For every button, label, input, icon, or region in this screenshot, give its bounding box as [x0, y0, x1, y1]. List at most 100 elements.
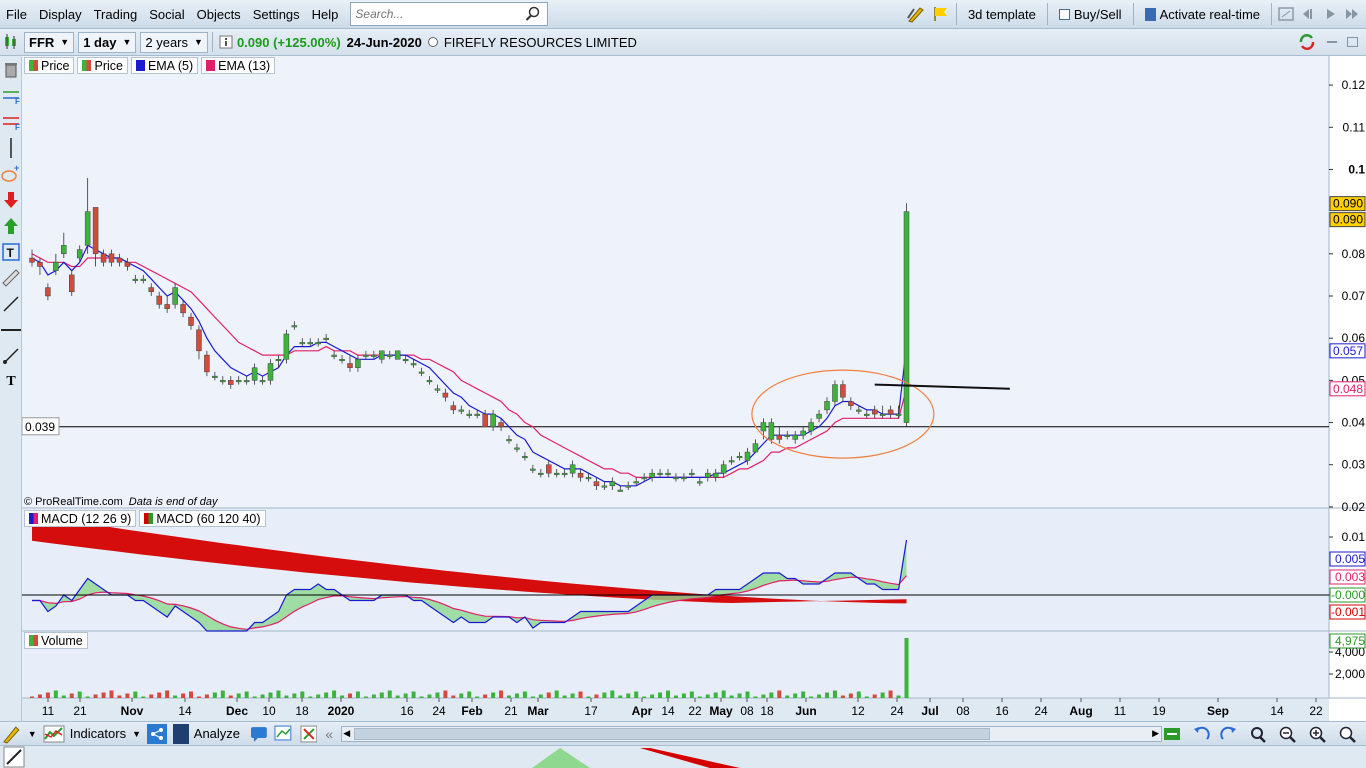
comment-icon[interactable] [250, 725, 268, 743]
volume-bar [745, 691, 750, 698]
candle-body [108, 253, 115, 263]
sync-icon[interactable] [1162, 725, 1182, 743]
search-input[interactable] [355, 7, 526, 21]
menu-trading[interactable]: Trading [88, 0, 144, 29]
scroll-thumb[interactable] [354, 727, 991, 740]
pen-icon[interactable] [906, 5, 926, 23]
trash-icon[interactable] [0, 57, 22, 83]
chart-area[interactable]: 0.12 0.11 0.1 0.08 0.07 0.06 0.05 0.04 0.03 0.02 0… [21, 56, 1366, 721]
ticker-select[interactable]: FFR ▼ [24, 31, 75, 53]
volume-bar [77, 691, 82, 698]
horizontal-line-icon[interactable] [0, 317, 22, 343]
rewind-icon[interactable] [1300, 6, 1316, 22]
chevron-down-icon[interactable]: ▼ [28, 729, 37, 739]
volume-bar [443, 690, 448, 698]
interval-select[interactable]: 1 day ▼ [78, 31, 137, 53]
x-tick-label: 2020 [328, 704, 355, 718]
fib-fan-icon[interactable]: F [0, 83, 22, 109]
zoom-out-icon[interactable] [1278, 725, 1298, 743]
legend-label: Price [94, 58, 123, 73]
arrow-down-icon[interactable] [0, 187, 22, 213]
text-icon[interactable]: T [0, 369, 22, 395]
trendline-icon[interactable] [0, 291, 22, 317]
layout-icon[interactable] [1278, 6, 1294, 22]
chart-settings-icon[interactable] [274, 725, 294, 743]
volume-bar [93, 694, 98, 698]
minimize-icon[interactable] [1327, 41, 1337, 43]
search-icon[interactable] [525, 6, 541, 22]
tools-icon[interactable] [300, 725, 318, 743]
arrow-up-icon[interactable] [0, 213, 22, 239]
price-tag: 0.090 [1333, 213, 1363, 227]
zoom-reset-icon[interactable] [1338, 725, 1358, 743]
x-tick-label: 11 [1114, 704, 1127, 718]
fast-forward-icon[interactable] [1344, 6, 1360, 22]
undo-icon[interactable] [1192, 725, 1210, 743]
legend-macd-2[interactable]: MACD (60 120 40) [139, 510, 266, 527]
play-icon[interactable] [1322, 6, 1338, 22]
volume-bar [602, 692, 607, 698]
scroll-right-icon[interactable]: ▶ [1152, 728, 1159, 739]
candle-body [100, 253, 107, 263]
redo-icon[interactable] [1220, 725, 1238, 743]
x-tick-label: 10 [262, 704, 276, 718]
candle-body [641, 477, 647, 480]
info-icon[interactable] [219, 35, 233, 49]
double-chevron-left-icon[interactable]: « [325, 726, 333, 742]
pencil-icon[interactable] [2, 724, 22, 744]
macd-tag: 0.003 [1335, 570, 1365, 584]
brush-icon[interactable] [0, 343, 22, 369]
candlestick-icon[interactable] [2, 33, 20, 51]
ellipse-icon[interactable]: + [0, 161, 22, 187]
chevron-down-icon[interactable]: ▼ [132, 729, 141, 739]
candle-body [712, 472, 719, 478]
flag-icon[interactable] [932, 5, 950, 23]
chart-canvas[interactable]: 0.120.110.10.080.070.060.050.040.030.020… [21, 56, 1366, 721]
pen-tool-icon[interactable] [3, 746, 25, 768]
vertical-line-icon[interactable] [0, 135, 22, 161]
template-button[interactable]: 3d template [963, 2, 1041, 26]
maximize-icon[interactable] [1347, 37, 1358, 47]
fib-retracement-icon[interactable]: F [0, 109, 22, 135]
menu-social[interactable]: Social [143, 0, 190, 29]
candle-body [569, 464, 576, 474]
period-select[interactable]: 2 years ▼ [140, 31, 208, 53]
menu-display[interactable]: Display [33, 0, 88, 29]
volume-bar [292, 693, 297, 698]
realtime-button[interactable]: Activate real-time [1140, 2, 1265, 26]
zoom-in-icon[interactable] [1308, 725, 1328, 743]
last-date: 24-Jun-2020 [346, 34, 422, 50]
horizontal-scrollbar[interactable]: ◀ ▶ [341, 725, 1162, 742]
menu-settings[interactable]: Settings [247, 0, 306, 29]
candle-body [434, 388, 441, 391]
ruler-icon[interactable] [0, 265, 22, 291]
volume-bar [85, 696, 90, 698]
legend-ema5[interactable]: EMA (5) [130, 57, 199, 74]
candle-body [593, 481, 600, 487]
candle-body [728, 460, 735, 463]
indicators-button[interactable]: Indicators [37, 723, 132, 745]
volume-bar [697, 696, 702, 698]
candle-body [172, 287, 178, 305]
menu-file[interactable]: File [0, 0, 33, 29]
menu-help[interactable]: Help [306, 0, 345, 29]
buysell-toggle[interactable]: Buy/Sell [1054, 2, 1127, 26]
text-box-icon[interactable]: T [0, 239, 22, 265]
volume-bar [220, 690, 225, 698]
legend-price-1[interactable]: Price [24, 57, 75, 74]
y-tick-label: 0.03 [1342, 458, 1366, 472]
scroll-left-icon[interactable]: ◀ [343, 728, 350, 739]
legend-ema13[interactable]: EMA (13) [201, 57, 276, 74]
price-change: 0.090 (+125.00%) [236, 34, 341, 50]
zoom-fit-icon[interactable] [1248, 725, 1268, 743]
share-icon[interactable] [147, 723, 167, 744]
analyze-button[interactable]: Analyze [167, 723, 246, 745]
menu-objects[interactable]: Objects [191, 0, 247, 29]
refresh-icon[interactable] [1297, 33, 1317, 51]
candle-body [736, 456, 743, 459]
candle-body [577, 472, 584, 478]
legend-volume[interactable]: Volume [24, 632, 88, 649]
legend-macd-1[interactable]: MACD (12 26 9) [24, 510, 137, 527]
volume-bar [173, 695, 178, 698]
legend-price-2[interactable]: Price [77, 57, 128, 74]
